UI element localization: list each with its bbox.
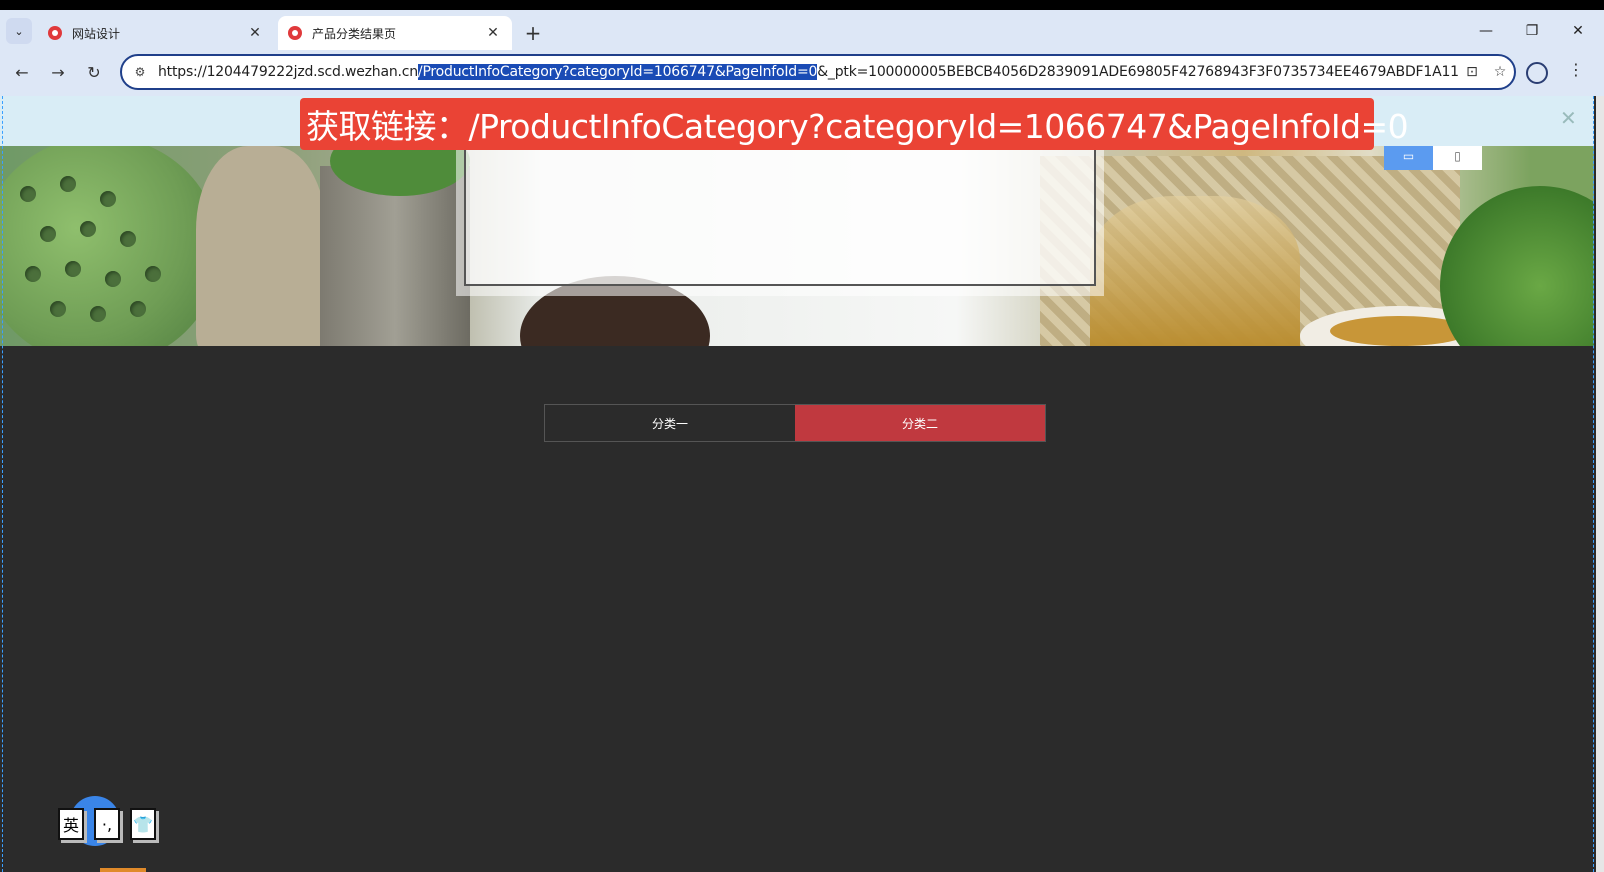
address-bar[interactable]: ⚙ https://1204479222jzd.scd.wezhan.cn/Pr… <box>120 54 1516 90</box>
restore-icon[interactable]: ❐ <box>1512 18 1552 44</box>
ime-punctuation-key[interactable]: ·, <box>94 808 120 840</box>
kebab-menu-icon[interactable]: ⋮ <box>1568 60 1584 79</box>
mobile-view-icon[interactable]: ▯ <box>1433 142 1482 170</box>
category-tab-1[interactable]: 分类一 <box>545 405 795 441</box>
new-tab-plus-icon[interactable]: + <box>520 20 546 46</box>
notice-close-icon[interactable]: ✕ <box>1560 106 1577 130</box>
edit-guide-left <box>2 96 3 872</box>
edit-guide-right <box>1593 96 1594 872</box>
lotus-pod-image <box>0 136 220 346</box>
ime-skin-key[interactable]: 👕 <box>130 808 156 840</box>
tab-search-button[interactable]: ⌄ <box>6 18 32 44</box>
burlap-sack-image <box>196 146 326 346</box>
ime-toolbar: 英 ·, 👕 <box>58 808 156 840</box>
web-page: ▭ ▯ ✕ 获取链接：/ProductInfoCategory?category… <box>0 96 1604 872</box>
close-icon[interactable]: ✕ <box>484 24 502 42</box>
tab-website-design[interactable]: 网站设计 ✕ <box>38 16 274 50</box>
site-favicon-icon <box>48 26 62 40</box>
category-tab-2[interactable]: 分类二 <box>795 405 1045 441</box>
forward-arrow-icon[interactable]: → <box>44 58 72 86</box>
site-settings-icon[interactable]: ⚙ <box>130 62 150 82</box>
screen-top-edge <box>0 0 1604 10</box>
tab-label: 产品分类结果页 <box>312 26 397 41</box>
ime-indicator <box>100 868 146 872</box>
ime-language-key[interactable]: 英 <box>58 808 84 840</box>
tab-product-category[interactable]: 产品分类结果页 ✕ <box>278 16 512 50</box>
bookmark-star-icon[interactable]: ☆ <box>1486 58 1514 86</box>
tea-glass-image <box>1090 196 1300 346</box>
close-icon[interactable]: ✕ <box>246 24 264 42</box>
link-badge: 获取链接：/ProductInfoCategory?categoryId=106… <box>300 98 1409 150</box>
lens-icon[interactable]: ⊡ <box>1458 58 1486 86</box>
minimize-icon[interactable]: — <box>1466 18 1506 44</box>
url-suffix: &_ptk=100000005BEBCB4056D2839091ADE69805… <box>817 64 1458 80</box>
leaves-image <box>1440 186 1594 346</box>
back-arrow-icon[interactable]: ← <box>8 58 36 86</box>
url-selected: /ProductInfoCategory?categoryId=1066747&… <box>417 64 818 80</box>
category-tabs: 分类一 分类二 <box>544 404 1046 442</box>
browser-chrome: ⌄ 网站设计 ✕ 产品分类结果页 ✕ + — ❐ ✕ ← → ↻ ⚙ https… <box>0 10 1604 96</box>
window-close-icon[interactable]: ✕ <box>1558 18 1598 44</box>
url-prefix: https://1204479222jzd.scd.wezhan.cn <box>158 64 418 80</box>
site-favicon-icon <box>288 26 302 40</box>
scrollbar[interactable] <box>1596 96 1604 872</box>
reload-icon[interactable]: ↻ <box>80 58 108 86</box>
url-text[interactable]: https://1204479222jzd.scd.wezhan.cn/Prod… <box>158 64 1458 80</box>
profile-avatar-icon[interactable] <box>1526 62 1548 84</box>
tab-label: 网站设计 <box>72 26 121 41</box>
